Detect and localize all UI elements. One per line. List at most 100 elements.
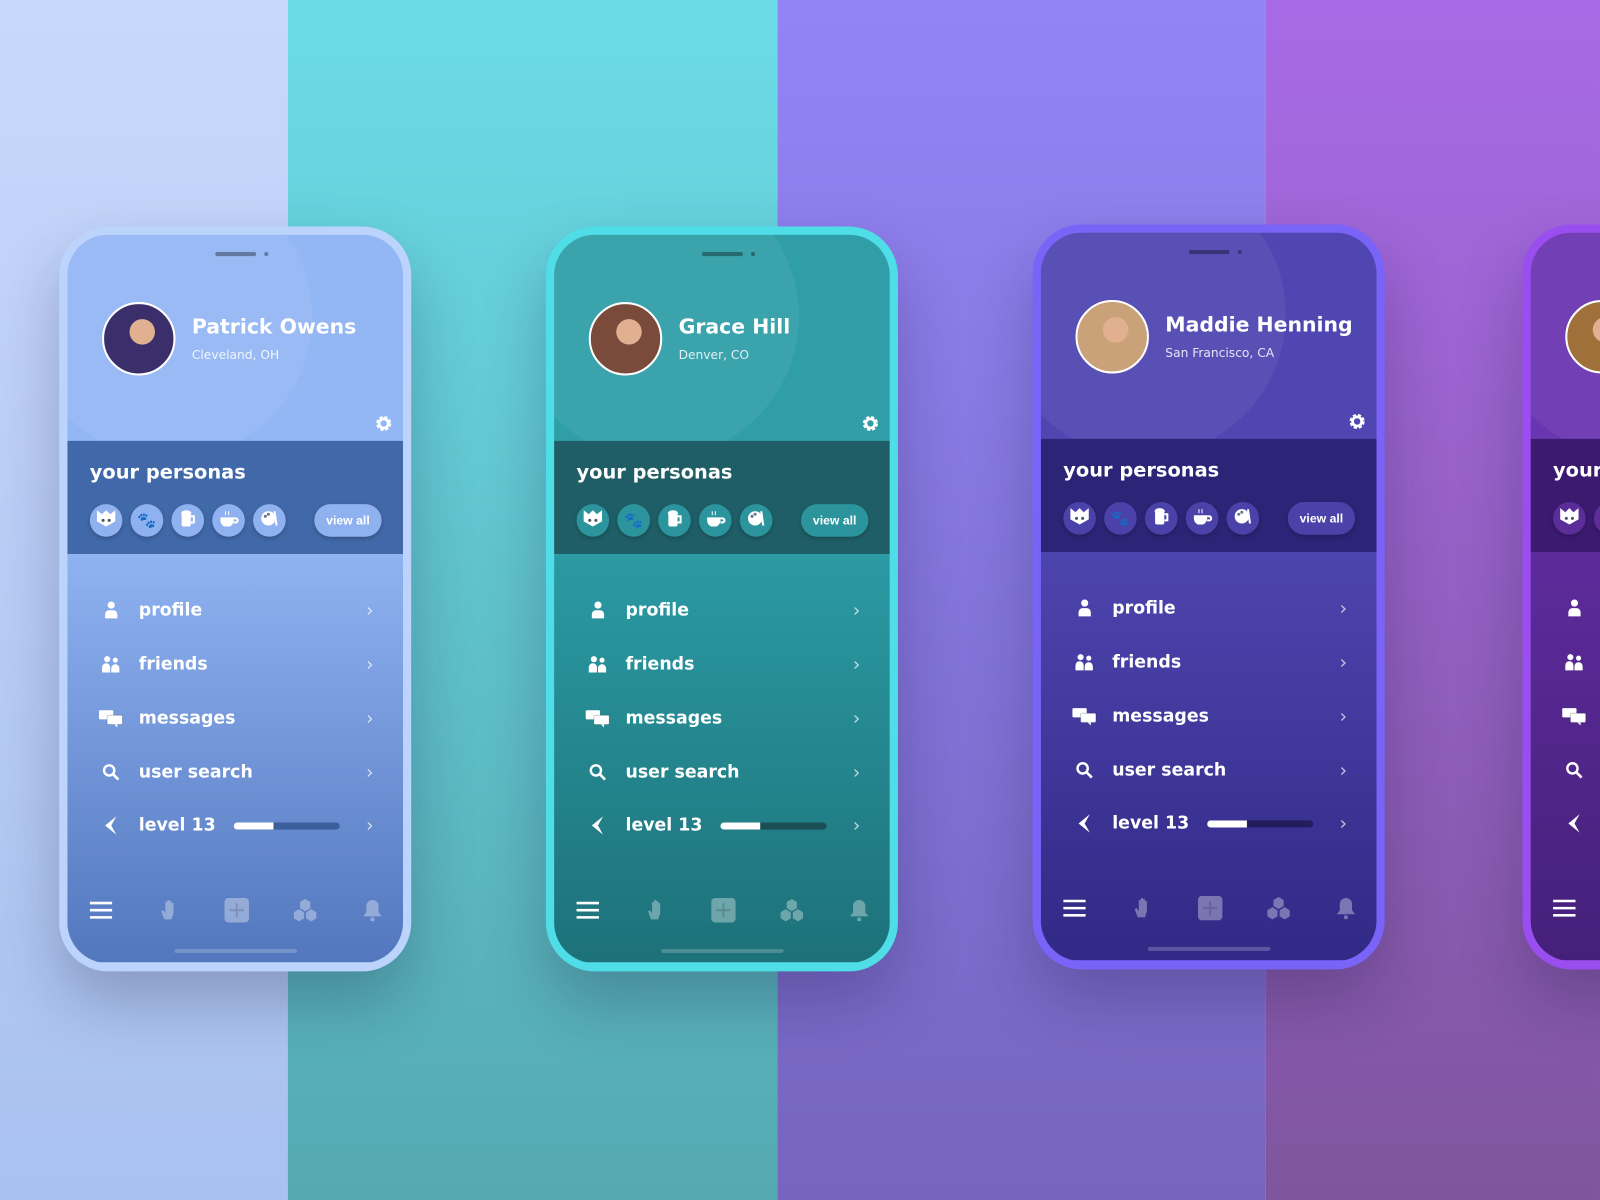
view-all-button[interactable]: view all [314, 504, 382, 537]
persona-chip[interactable] [739, 504, 773, 537]
view-all-button[interactable]: view all [801, 504, 869, 537]
camera [751, 252, 756, 257]
menu-item-messages[interactable]: messages› [1071, 701, 1347, 732]
persona-chip[interactable] [1185, 502, 1219, 535]
gear-icon[interactable] [861, 414, 879, 432]
chevron-right-icon: › [1339, 759, 1347, 782]
menu-item-level[interactable]: level 13› [1071, 808, 1347, 839]
menu-list: profile› friends› messages› user search› lev… [67, 554, 404, 963]
persona-chip[interactable] [171, 504, 205, 537]
menu-item-messages[interactable]: messages› [1561, 701, 1600, 732]
avatar[interactable] [1565, 299, 1600, 374]
menu-item-level[interactable]: level 13› [585, 810, 860, 841]
avatar[interactable] [1075, 299, 1149, 374]
messages-icon [1561, 707, 1588, 726]
persona-chip[interactable] [89, 504, 123, 537]
personas-section: your personas 🐾 view all [1040, 438, 1377, 553]
chevron-right-icon: › [852, 761, 861, 784]
menu-item-profile[interactable]: profile› [1561, 593, 1600, 624]
persona-chip[interactable] [698, 504, 732, 537]
menu-item-user-search[interactable]: user search› [98, 757, 373, 788]
menu-item-user-search[interactable]: user search› [1561, 755, 1600, 786]
search-icon [1071, 761, 1098, 779]
boomerang-icon [1561, 813, 1588, 833]
friends-icon [1071, 653, 1098, 671]
view-all-button[interactable]: view all [1287, 502, 1356, 535]
paw-icon: 🐾 [624, 511, 644, 530]
coffee-cup-icon [1192, 508, 1213, 528]
chevron-right-icon: › [1339, 651, 1347, 673]
personas-section: your personas 🐾 view all [1530, 438, 1600, 553]
friends-icon [1561, 653, 1588, 671]
persona-chip[interactable] [1144, 502, 1178, 535]
personas-section: your personas 🐾 view all [554, 440, 890, 555]
gear-icon[interactable] [374, 414, 392, 432]
person-icon [1561, 599, 1588, 617]
cat-mask-icon [1559, 507, 1579, 529]
persona-chip[interactable] [576, 504, 610, 537]
profile-header: Patrick Owens Cleveland, OH [67, 234, 404, 460]
persona-chip[interactable] [1063, 502, 1096, 535]
menu-item-friends[interactable]: friends› [585, 649, 860, 680]
profile-name: Grace Hill [678, 314, 791, 339]
menu-item-profile[interactable]: profile› [1071, 593, 1347, 624]
camera [1237, 249, 1242, 255]
person-icon [98, 601, 125, 619]
persona-chip[interactable]: 🐾 [130, 504, 164, 537]
persona-chip[interactable] [1553, 502, 1586, 535]
phone-mockup: Patrick Owens Cleveland, OH your persona… [59, 226, 412, 972]
palette-icon [1234, 507, 1252, 529]
cat-mask-icon [96, 509, 116, 531]
chevron-right-icon: › [1339, 705, 1347, 728]
menu-item-level[interactable]: level 13› [98, 810, 374, 841]
persona-chip[interactable]: 🐾 [1593, 502, 1600, 535]
menu-item-messages[interactable]: messages› [585, 703, 861, 734]
phone-mockup: Grace Hill Denver, CO your personas 🐾 vi… [545, 226, 898, 972]
friends-icon [585, 655, 612, 673]
chevron-right-icon: › [366, 653, 374, 675]
avatar[interactable] [102, 302, 176, 376]
menu-item-friends[interactable]: friends› [1561, 647, 1600, 678]
avatar[interactable] [588, 302, 663, 376]
camera [264, 252, 269, 257]
phone-mockup: Maddie Henning San Francisco, CA your pe… [1032, 224, 1385, 970]
beer-mug-icon [1153, 507, 1169, 529]
personas-title: your personas [89, 461, 246, 484]
menu-item-friends[interactable]: friends› [98, 649, 374, 680]
gear-icon[interactable] [1348, 412, 1366, 430]
cat-mask-icon [583, 509, 603, 531]
persona-chip[interactable]: 🐾 [1104, 502, 1137, 535]
persona-chip[interactable] [212, 504, 245, 537]
chevron-right-icon: › [366, 599, 374, 621]
menu-list: profile› friends› messages› user search› lev… [1530, 552, 1600, 961]
profile-name: Maddie Henning [1165, 312, 1353, 337]
chevron-right-icon: › [1339, 597, 1347, 619]
boomerang-icon [1071, 813, 1098, 833]
menu-item-user-search[interactable]: user search› [585, 757, 861, 788]
personas-title: your personas [576, 461, 733, 484]
profile-header: Maddie Henning San Francisco, CA [1040, 232, 1377, 458]
chevron-right-icon: › [852, 707, 861, 730]
level-progress-bar [234, 821, 341, 830]
messages-icon [585, 709, 612, 728]
personas-section: your personas 🐾 view all [67, 440, 404, 555]
speaker [1188, 249, 1230, 255]
speaker [702, 252, 743, 257]
profile-location: San Francisco, CA [1165, 345, 1275, 361]
menu-item-friends[interactable]: friends› [1071, 647, 1347, 678]
menu-item-user-search[interactable]: user search› [1071, 755, 1347, 786]
profile-header: Grace Hill Denver, CO [554, 234, 890, 460]
chevron-right-icon: › [366, 814, 374, 837]
showcase: Patrick Owens Cleveland, OH your persona… [0, 0, 1600, 1200]
persona-chip[interactable]: 🐾 [617, 504, 650, 537]
menu-item-messages[interactable]: messages› [98, 703, 373, 734]
menu-item-profile[interactable]: profile› [98, 595, 374, 626]
persona-chip[interactable] [253, 504, 286, 537]
profile-header [1530, 232, 1600, 458]
level-progress-bar [720, 821, 827, 830]
persona-chip[interactable] [658, 504, 691, 537]
speaker [215, 252, 257, 257]
persona-chip[interactable] [1226, 502, 1260, 535]
menu-item-level[interactable]: level 13› [1561, 808, 1600, 839]
menu-item-profile[interactable]: profile› [585, 595, 860, 626]
